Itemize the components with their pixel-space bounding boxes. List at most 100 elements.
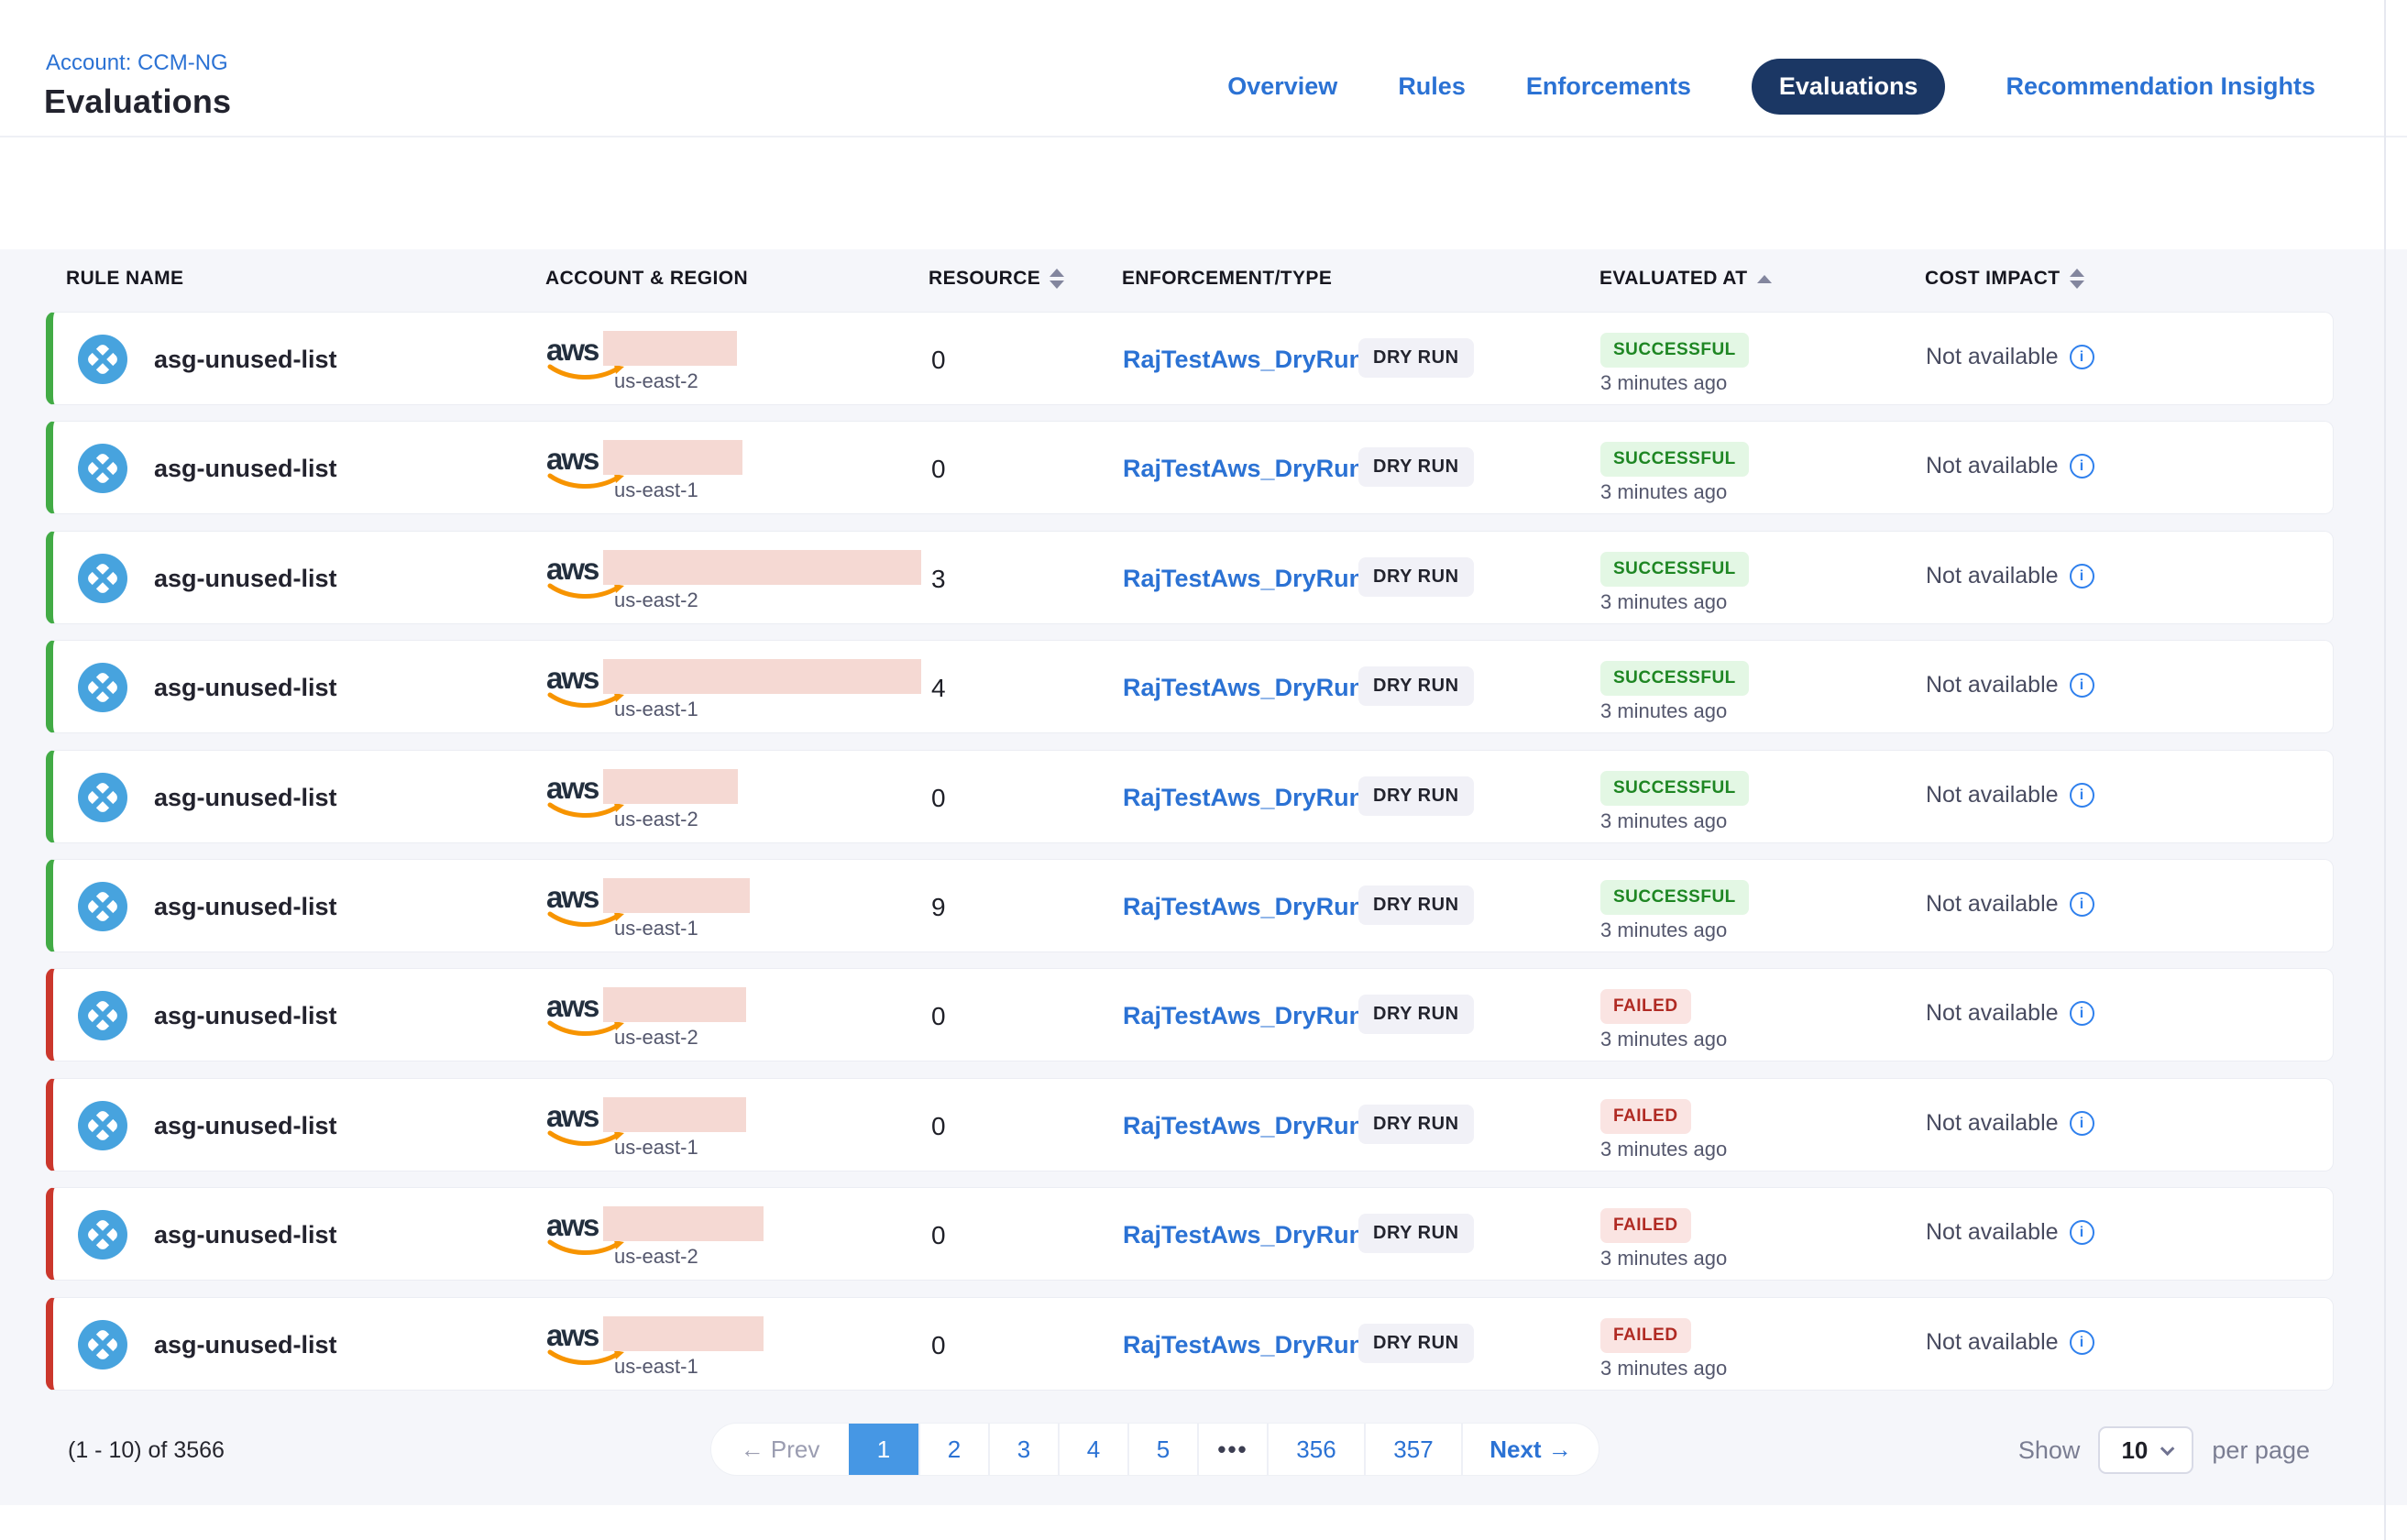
page-button-4[interactable]: 4 [1058, 1424, 1127, 1475]
evaluated-time: 3 minutes ago [1600, 1247, 1727, 1270]
rule-icon [78, 335, 127, 384]
nav-overview[interactable]: Overview [1227, 72, 1337, 101]
page-title: Evaluations [44, 82, 231, 121]
info-icon[interactable]: i [2070, 454, 2094, 478]
rule-icon [78, 663, 127, 712]
region-label: us-east-1 [614, 1355, 698, 1379]
table-row[interactable]: asg-unused-list aws us-east-1 0 RajTestA… [46, 1297, 2334, 1391]
top-bar: Account: CCM-NG Evaluations Overview Rule… [0, 0, 2407, 138]
prev-page-button[interactable]: ← Prev [711, 1424, 849, 1475]
column-header-evaluated-at[interactable]: EVALUATED AT [1599, 268, 1772, 290]
resource-count: 0 [931, 1331, 946, 1360]
evaluated-time: 3 minutes ago [1600, 1357, 1727, 1380]
page-button-356[interactable]: 356 [1267, 1424, 1364, 1475]
rule-name: asg-unused-list [154, 1112, 337, 1140]
nav-enforcements[interactable]: Enforcements [1526, 72, 1691, 101]
status-badge: FAILED [1600, 1099, 1691, 1134]
redacted-account-name [603, 987, 746, 1022]
column-header-cost-impact[interactable]: COST IMPACT [1925, 268, 2084, 290]
cost-impact: Not available i [1926, 1110, 2094, 1137]
nav-rules[interactable]: Rules [1398, 72, 1466, 101]
evaluation-type-badge: DRY RUN [1358, 1105, 1474, 1144]
enforcement-link[interactable]: RajTestAws_DryRun [1123, 565, 1364, 593]
evaluated-time: 3 minutes ago [1600, 1028, 1727, 1051]
rule-icon [78, 991, 127, 1040]
page-button-2[interactable]: 2 [918, 1424, 988, 1475]
rule-icon [78, 554, 127, 603]
nav-recommendation-insights[interactable]: Recommendation Insights [2006, 72, 2315, 101]
cost-impact: Not available i [1926, 891, 2094, 918]
table-row[interactable]: asg-unused-list aws us-east-2 0 RajTestA… [46, 968, 2334, 1062]
page-ellipsis[interactable]: ••• [1197, 1424, 1267, 1475]
rule-name: asg-unused-list [154, 674, 337, 702]
evaluated-time: 3 minutes ago [1600, 809, 1727, 833]
next-page-button[interactable]: Next → [1461, 1424, 1599, 1475]
enforcement-link[interactable]: RajTestAws_DryRun [1123, 893, 1364, 921]
evaluation-type-badge: DRY RUN [1358, 447, 1474, 487]
region-label: us-east-2 [614, 588, 698, 612]
page-button-357[interactable]: 357 [1364, 1424, 1461, 1475]
info-icon[interactable]: i [2070, 564, 2094, 588]
breadcrumb[interactable]: Account: CCM-NG [46, 50, 228, 76]
sort-icon[interactable] [1050, 269, 1064, 289]
info-icon[interactable]: i [2070, 892, 2094, 917]
sort-asc-icon[interactable] [1757, 275, 1772, 283]
page-button-5[interactable]: 5 [1127, 1424, 1197, 1475]
info-icon[interactable]: i [2070, 1330, 2094, 1355]
table-row[interactable]: asg-unused-list aws us-east-1 0 RajTestA… [46, 1078, 2334, 1172]
info-icon[interactable]: i [2070, 673, 2094, 698]
evaluated-time: 3 minutes ago [1600, 918, 1727, 942]
enforcement-link[interactable]: RajTestAws_DryRun [1123, 346, 1364, 374]
info-icon[interactable]: i [2070, 1111, 2094, 1136]
rule-icon [78, 1101, 127, 1150]
table-row[interactable]: asg-unused-list aws us-east-1 4 RajTestA… [46, 640, 2334, 733]
table-row[interactable]: asg-unused-list aws us-east-2 0 RajTestA… [46, 312, 2334, 405]
evaluation-type-badge: DRY RUN [1358, 1324, 1474, 1363]
per-page-control: Show 10 per page [2018, 1426, 2310, 1474]
status-badge: SUCCESSFUL [1600, 552, 1749, 587]
info-icon[interactable]: i [2070, 1001, 2094, 1026]
enforcement-link[interactable]: RajTestAws_DryRun [1123, 674, 1364, 702]
status-badge: FAILED [1600, 989, 1691, 1024]
region-label: us-east-1 [614, 698, 698, 721]
column-header-resource[interactable]: RESOURCE [929, 268, 1064, 290]
sort-icon[interactable] [2070, 269, 2084, 289]
resource-count: 0 [931, 346, 946, 375]
page-button-1[interactable]: 1 [849, 1424, 918, 1475]
resource-count: 9 [931, 893, 946, 922]
enforcement-link[interactable]: RajTestAws_DryRun [1123, 455, 1364, 483]
enforcement-link[interactable]: RajTestAws_DryRun [1123, 1112, 1364, 1140]
pagination-summary: (1 - 10) of 3566 [68, 1437, 225, 1464]
table-row[interactable]: asg-unused-list aws us-east-2 0 RajTestA… [46, 1187, 2334, 1281]
enforcement-link[interactable]: RajTestAws_DryRun [1123, 784, 1364, 812]
region-label: us-east-2 [614, 1245, 698, 1269]
rule-name: asg-unused-list [154, 455, 337, 483]
evaluated-time: 3 minutes ago [1600, 590, 1727, 614]
rule-name: asg-unused-list [154, 565, 337, 593]
evaluation-type-badge: DRY RUN [1358, 776, 1474, 816]
column-header-enforcement-type: ENFORCEMENT/TYPE [1122, 268, 1332, 290]
redacted-account-name [603, 878, 750, 913]
redacted-account-name [603, 550, 921, 585]
table-row[interactable]: asg-unused-list aws us-east-2 3 RajTestA… [46, 531, 2334, 624]
column-header-rule-name: RULE NAME [66, 268, 183, 290]
per-page-select[interactable]: 10 [2098, 1426, 2193, 1474]
evaluation-type-badge: DRY RUN [1358, 666, 1474, 706]
info-icon[interactable]: i [2070, 783, 2094, 808]
region-label: us-east-1 [614, 1136, 698, 1160]
redacted-account-name [603, 659, 921, 694]
enforcement-link[interactable]: RajTestAws_DryRun [1123, 1002, 1364, 1030]
table-row[interactable]: asg-unused-list aws us-east-1 9 RajTestA… [46, 859, 2334, 952]
resource-count: 0 [931, 1221, 946, 1250]
redacted-account-name [603, 1316, 764, 1351]
rule-name: asg-unused-list [154, 784, 337, 812]
nav-evaluations[interactable]: Evaluations [1752, 59, 1946, 115]
enforcement-link[interactable]: RajTestAws_DryRun [1123, 1221, 1364, 1249]
table-row[interactable]: asg-unused-list aws us-east-2 0 RajTestA… [46, 750, 2334, 843]
page-button-3[interactable]: 3 [988, 1424, 1058, 1475]
info-icon[interactable]: i [2070, 1220, 2094, 1245]
resource-count: 4 [931, 674, 946, 703]
enforcement-link[interactable]: RajTestAws_DryRun [1123, 1331, 1364, 1359]
info-icon[interactable]: i [2070, 345, 2094, 369]
table-row[interactable]: asg-unused-list aws us-east-1 0 RajTestA… [46, 421, 2334, 514]
